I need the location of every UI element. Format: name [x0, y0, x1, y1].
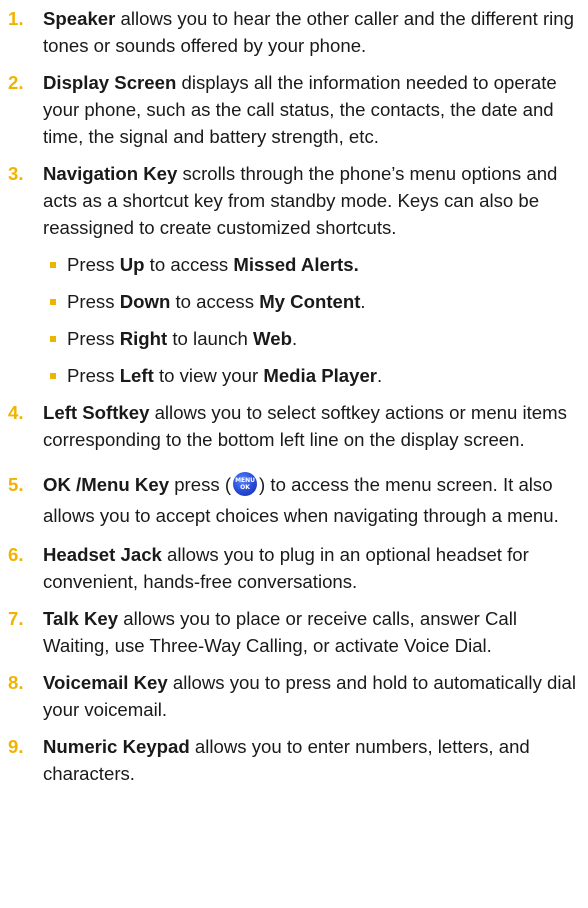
sub-text: Press: [67, 254, 120, 275]
sublist-item-down: Press Down to access My Content.: [43, 288, 580, 315]
icon-label: OK: [240, 484, 250, 491]
item-term: Left Softkey: [43, 402, 150, 423]
item-term: OK /Menu Key: [43, 474, 170, 495]
item-number: 1.: [8, 8, 24, 29]
sub-end: .: [360, 291, 366, 312]
item-text: Numeric Keypad allows you to enter numbe…: [43, 736, 530, 784]
item-text: Speaker allows you to hear the other cal…: [43, 8, 574, 56]
sub-text: Press: [67, 365, 120, 386]
list-item-talk-key: 7. Talk Key allows you to place or recei…: [0, 605, 588, 659]
sub-target: Web: [253, 328, 292, 349]
menu-ok-key-icon: MENU OK: [233, 472, 258, 496]
item-term: Speaker: [43, 8, 116, 29]
icon-label: MENU: [235, 477, 256, 484]
sub-direction: Left: [119, 365, 154, 386]
sublist-item-right: Press Right to launch Web.: [43, 325, 580, 352]
item-number: 8.: [8, 672, 24, 693]
list-item-speaker: 1. Speaker allows you to hear the other …: [0, 5, 588, 59]
item-text: Talk Key allows you to place or receive …: [43, 608, 517, 656]
sub-text: to access: [170, 291, 260, 312]
list-item-headset-jack: 6. Headset Jack allows you to plug in an…: [0, 541, 588, 595]
sub-direction: Down: [119, 291, 171, 312]
item-description: press (: [169, 474, 232, 495]
sub-end: .: [377, 365, 383, 386]
bullet-square: [50, 299, 56, 305]
list-item-numeric-keypad: 9. Numeric Keypad allows you to enter nu…: [0, 733, 588, 787]
item-number: 7.: [8, 608, 24, 629]
navigation-sublist: Press Up to access Missed Alerts. Press …: [43, 251, 580, 389]
sublist-item-left: Press Left to view your Media Player.: [43, 362, 580, 389]
manual-page: 1. Speaker allows you to hear the other …: [0, 0, 588, 908]
item-text: Display Screen displays all the informat…: [43, 72, 557, 147]
item-text: Left Softkey allows you to select softke…: [43, 402, 567, 450]
list-item-ok-menu-key: 5. OK /Menu Key press (MENU OK) to access…: [0, 469, 588, 531]
sub-target: My Content: [259, 291, 361, 312]
item-number: 6.: [8, 544, 24, 565]
item-term: Numeric Keypad: [43, 736, 190, 757]
item-number: 4.: [8, 402, 24, 423]
item-text: Navigation Key scrolls through the phone…: [43, 163, 557, 238]
bullet-square: [50, 373, 56, 379]
sub-text: Press: [67, 291, 120, 312]
sub-direction: Up: [119, 254, 145, 275]
item-text: OK /Menu Key press (MENU OK) to access th…: [43, 472, 559, 526]
list-item-voicemail-key: 8. Voicemail Key allows you to press and…: [0, 669, 588, 723]
item-number: 2.: [8, 72, 24, 93]
sublist-item-up: Press Up to access Missed Alerts.: [43, 251, 580, 278]
sub-target: Missed Alerts.: [233, 254, 359, 275]
sub-direction: Right: [119, 328, 168, 349]
item-number: 5.: [8, 474, 24, 495]
bullet-square: [50, 336, 56, 342]
item-term: Headset Jack: [43, 544, 162, 565]
item-term: Navigation Key: [43, 163, 178, 184]
item-number: 3.: [8, 163, 24, 184]
sub-text: to launch: [167, 328, 254, 349]
item-term: Display Screen: [43, 72, 177, 93]
sub-end: .: [291, 328, 298, 349]
sub-target: Media Player: [263, 365, 378, 386]
list-item-display-screen: 2. Display Screen displays all the infor…: [0, 69, 588, 150]
item-text: Voicemail Key allows you to press and ho…: [43, 672, 576, 720]
item-text: Headset Jack allows you to plug in an op…: [43, 544, 529, 592]
list-item-navigation-key: 3. Navigation Key scrolls through the ph…: [0, 160, 588, 389]
item-term: Talk Key: [43, 608, 119, 629]
item-description: allows you to hear the other caller and …: [43, 8, 574, 56]
sub-text: Press: [67, 328, 120, 349]
item-number: 9.: [8, 736, 24, 757]
bullet-square: [50, 262, 56, 268]
sub-text: to access: [144, 254, 234, 275]
item-term: Voicemail Key: [43, 672, 168, 693]
list-item-left-softkey: 4. Left Softkey allows you to select sof…: [0, 399, 588, 453]
sub-text: to view your: [153, 365, 264, 386]
